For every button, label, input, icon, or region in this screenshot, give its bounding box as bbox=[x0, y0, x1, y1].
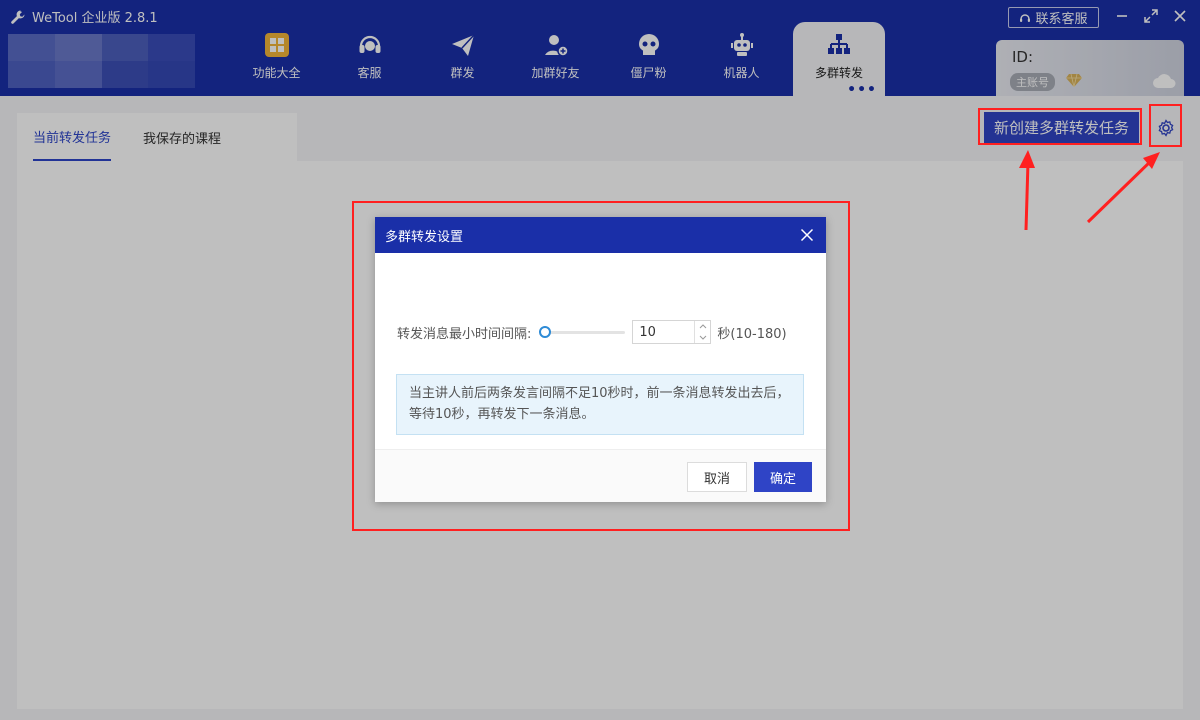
dialog-footer: 取消 确定 bbox=[375, 449, 826, 502]
cancel-button[interactable]: 取消 bbox=[687, 462, 747, 492]
interval-stepper[interactable] bbox=[632, 320, 712, 344]
chevron-down-icon bbox=[699, 335, 707, 340]
dialog-title: 多群转发设置 bbox=[385, 229, 464, 245]
slider-track[interactable] bbox=[545, 331, 626, 334]
interval-setting-row: 转发消息最小时间间隔: 秒(10-180) bbox=[397, 320, 787, 344]
interval-input[interactable] bbox=[633, 322, 694, 342]
interval-unit-label: 秒(10-180) bbox=[717, 326, 787, 342]
stepper-buttons bbox=[694, 321, 710, 343]
confirm-button[interactable]: 确定 bbox=[754, 462, 812, 492]
interval-tip: 当主讲人前后两条发言间隔不足10秒时，前一条消息转发出去后，等待10秒，再转发下… bbox=[396, 374, 804, 435]
dialog-header: 多群转发设置 bbox=[375, 217, 826, 253]
interval-setting-label: 转发消息最小时间间隔: bbox=[397, 326, 532, 342]
close-icon bbox=[800, 228, 814, 242]
chevron-up-icon bbox=[699, 324, 707, 329]
forward-settings-dialog: 多群转发设置 转发消息最小时间间隔: 秒(10-180) 当主讲人前后两条发言间… bbox=[375, 217, 826, 502]
interval-slider[interactable] bbox=[539, 325, 626, 339]
annotation-arrows bbox=[1019, 150, 1160, 231]
dialog-close-button[interactable] bbox=[798, 226, 816, 244]
stepper-down-button[interactable] bbox=[695, 332, 710, 343]
stepper-up-button[interactable] bbox=[695, 321, 710, 332]
slider-thumb[interactable] bbox=[539, 326, 552, 338]
